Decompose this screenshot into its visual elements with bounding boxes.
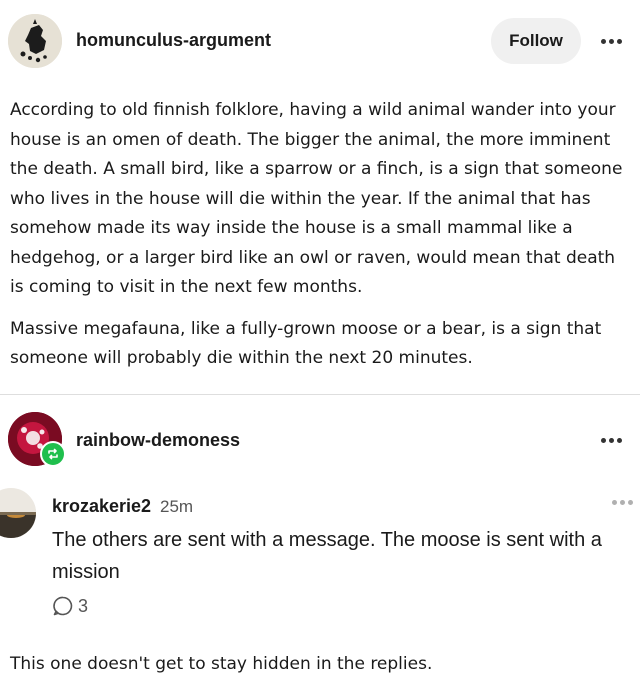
blog-name[interactable]: homunculus-argument (76, 30, 271, 51)
avatar-image (8, 14, 62, 68)
comment-bubble-icon (53, 596, 73, 616)
post-header: homunculus-argument Follow (0, 0, 640, 84)
comment-avatar[interactable] (0, 488, 36, 538)
more-icon[interactable] (598, 28, 624, 54)
reblog-arrows (48, 448, 58, 460)
avatar[interactable] (8, 14, 62, 68)
comment-timestamp: 25m (160, 497, 194, 516)
more-icon[interactable] (612, 500, 633, 505)
reblog-blog-name[interactable]: rainbow-demoness (76, 430, 240, 451)
avatar-image (0, 488, 36, 538)
divider (0, 394, 640, 395)
post-body: According to old finnish folklore, havin… (10, 96, 634, 386)
comment-text: The others are sent with a message. The … (52, 529, 602, 583)
comment-username[interactable]: krozakerie2 (52, 496, 151, 517)
follow-button[interactable]: Follow (491, 18, 581, 64)
more-icon[interactable] (598, 427, 624, 453)
post-paragraph: According to old finnish folklore, havin… (10, 100, 623, 297)
reblog-icon (40, 441, 66, 467)
comment-replies[interactable]: 3 (52, 595, 88, 617)
reblog-text: This one doesn't get to stay hidden in t… (10, 654, 433, 674)
post-paragraph: Massive megafauna, like a fully-grown mo… (10, 318, 602, 369)
reply-count: 3 (78, 595, 89, 616)
